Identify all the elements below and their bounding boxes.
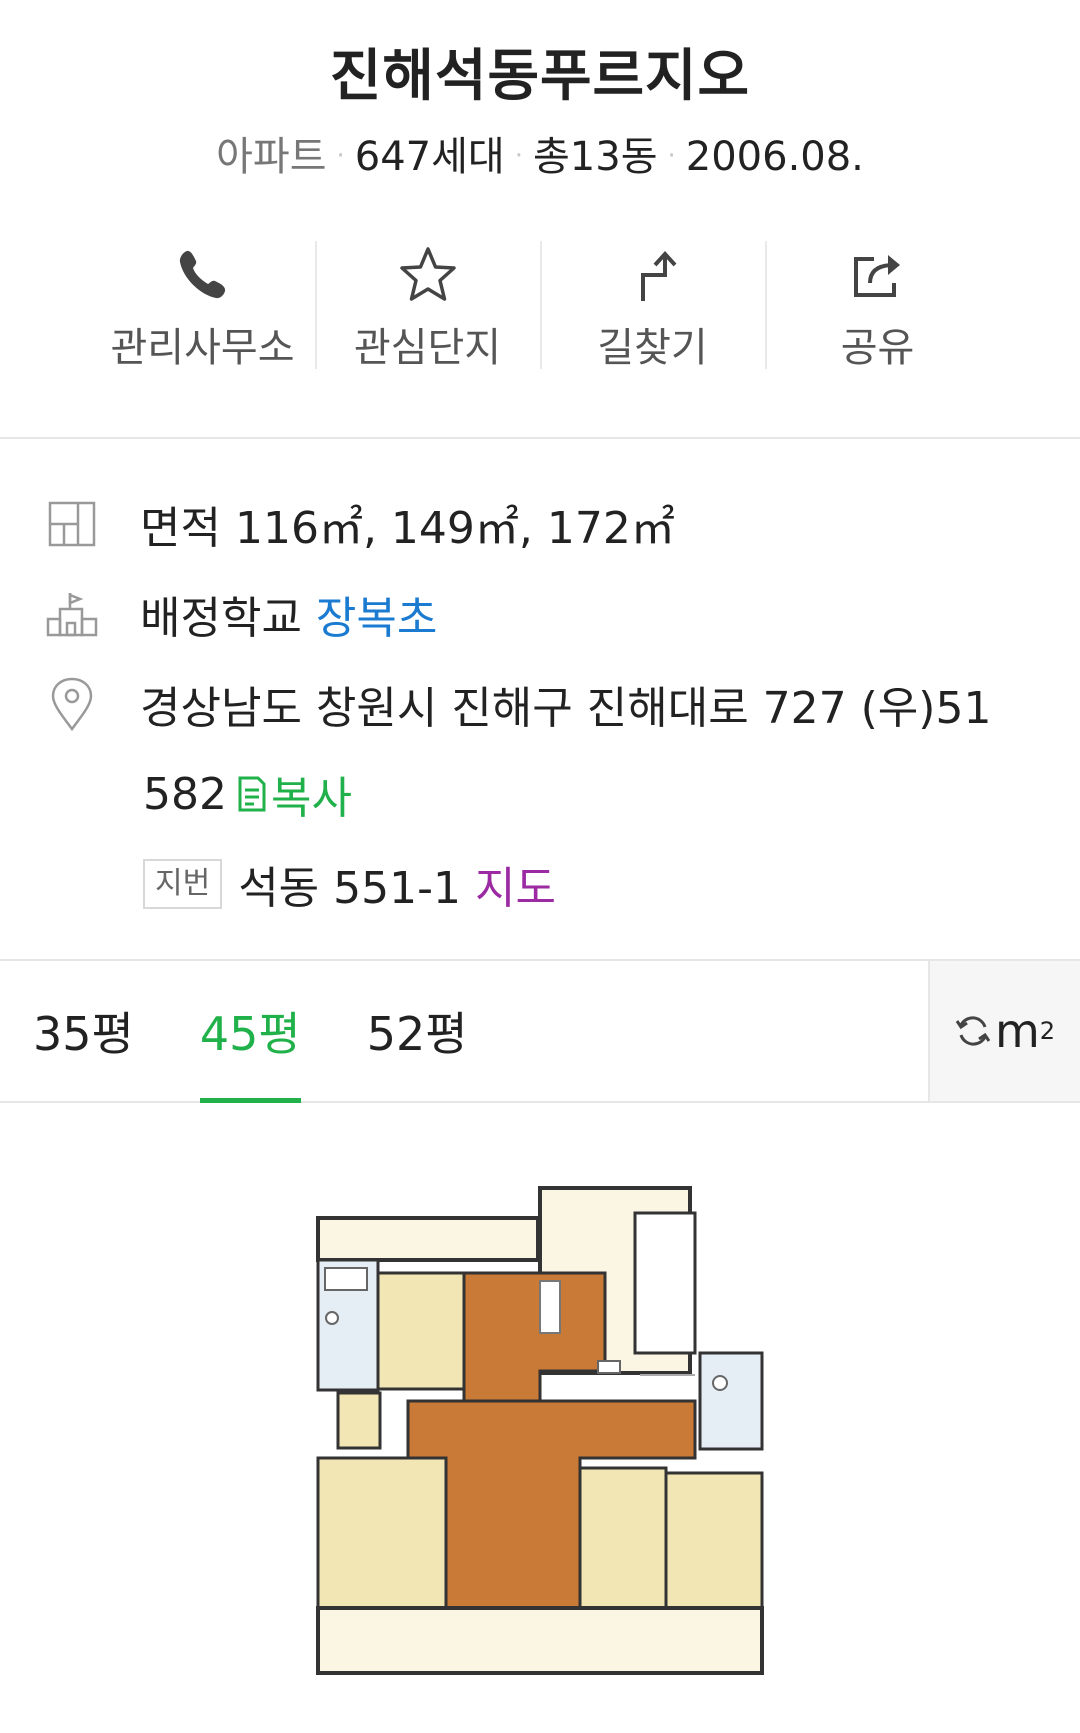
school-label: 배정학교 <box>140 593 302 644</box>
phone-icon <box>179 250 225 299</box>
floorplan-area <box>0 1103 1080 1693</box>
share-button[interactable]: 공유 <box>765 239 990 375</box>
address-line1: 경상남도 창원시 진해구 진해대로 727 (우)51 <box>140 683 992 734</box>
refresh-icon <box>955 1016 991 1046</box>
school-row: 배정학교 장복초 <box>0 569 1080 659</box>
favorite-button[interactable]: 관심단지 <box>315 239 540 375</box>
completion-date: 2006.08. <box>685 134 864 180</box>
directions-icon <box>640 251 676 301</box>
lot-address: 석동 551-1 <box>238 863 462 914</box>
area-label: 면적 <box>140 503 221 554</box>
address-line2: 582 <box>143 768 227 820</box>
school-icon <box>0 591 140 637</box>
office-call-label: 관리사무소 <box>110 325 295 371</box>
star-icon <box>399 247 456 301</box>
pyeong-tabs: 35평 45평 52평 m2 <box>0 959 1080 1103</box>
action-bar: 관리사무소 관심단지 길찾기 공유 <box>0 239 1080 375</box>
household-count: 647세대 <box>354 134 505 180</box>
location-pin-icon <box>0 677 140 731</box>
tab-45-pyeong[interactable]: 45평 <box>199 961 301 1103</box>
lot-badge: 지번 <box>143 859 223 909</box>
complex-meta: 아파트 · 647세대 · 총13동 · 2006.08. <box>0 130 1080 189</box>
meta-separator: · <box>667 141 676 171</box>
copy-button[interactable]: 복사 <box>237 762 352 826</box>
area-row: 면적 116㎡, 149㎡, 172㎡ <box>0 479 1080 569</box>
tab-52-pyeong[interactable]: 52평 <box>367 961 468 1101</box>
unit-label: m <box>994 1004 1040 1058</box>
share-label: 공유 <box>840 325 915 371</box>
school-link[interactable]: 장복초 <box>316 593 437 644</box>
unit-superscript: 2 <box>1039 1017 1056 1045</box>
address-row: 경상남도 창원시 진해구 진해대로 727 (우)51 <box>0 659 1080 749</box>
meta-separator: · <box>336 141 345 171</box>
map-link[interactable]: 지도 <box>475 852 556 916</box>
copy-label: 복사 <box>270 773 352 824</box>
directions-button[interactable]: 길찾기 <box>540 239 765 375</box>
unit-toggle-button[interactable]: m2 <box>928 961 1080 1101</box>
address-continuation: 582 복사 <box>0 749 1080 839</box>
share-icon <box>853 255 900 297</box>
area-values: 116㎡, 149㎡, 172㎡ <box>234 503 675 554</box>
directions-label: 길찾기 <box>597 325 708 371</box>
building-type: 아파트 <box>216 134 327 180</box>
lot-address-row: 지번 석동 551-1 지도 <box>0 839 1080 929</box>
complex-title: 진해석동푸르지오 <box>329 44 751 109</box>
meta-separator: · <box>514 141 523 171</box>
office-call-button[interactable]: 관리사무소 <box>90 239 315 375</box>
tab-35-pyeong[interactable]: 35평 <box>33 961 134 1101</box>
complex-header: 진해석동푸르지오 아파트 · 647세대 · 총13동 · 2006.08. <box>0 0 1080 189</box>
floorplan-image <box>316 1186 764 1675</box>
copy-icon <box>238 776 266 812</box>
building-count: 총13동 <box>533 134 658 180</box>
complex-info: 면적 116㎡, 149㎡, 172㎡ 배정학교 장복초 경상남도 창원시 진해… <box>0 439 1080 959</box>
floorplan-icon <box>0 501 140 547</box>
favorite-label: 관심단지 <box>353 325 502 371</box>
